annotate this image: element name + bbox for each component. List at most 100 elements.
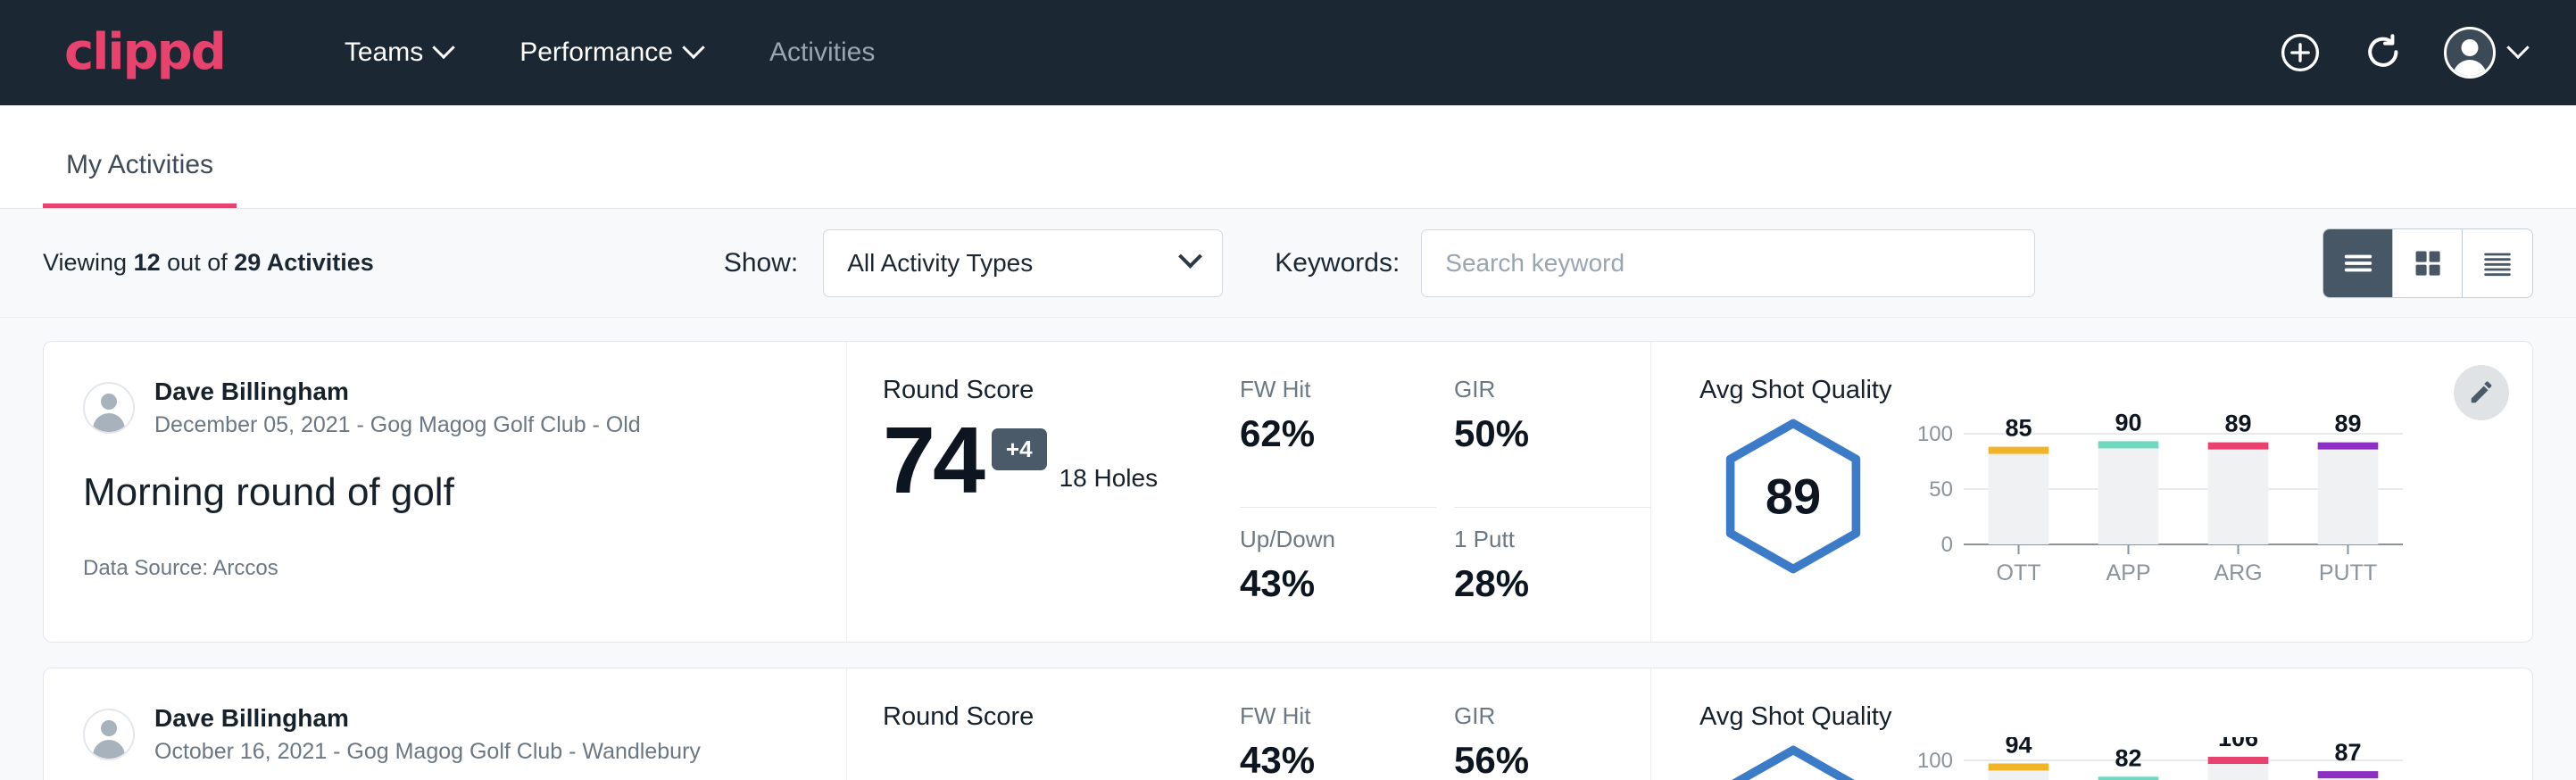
chevron-down-icon: [432, 37, 454, 59]
svg-text:89: 89: [2334, 411, 2361, 437]
avg-quality-value: 89: [1722, 468, 1865, 526]
round-score-block: Round Score 74 +4 18 Holes: [847, 342, 1240, 642]
viewing-summary: Viewing 12 out of 29 Activities: [43, 249, 374, 277]
shot-quality-chart: 0 50 100 85 OTT 90 APP 89 ARG 89 PUTT: [1887, 411, 2532, 593]
round-score-label: Round Score: [883, 376, 1240, 405]
stat-label: GIR: [1454, 702, 1620, 730]
round-score-label: Round Score: [883, 702, 1240, 732]
avatar: [83, 709, 135, 760]
player-name: Dave Billingham: [154, 376, 641, 407]
round-stats: FW Hit 62% GIR 50% Up/Down 43% 1 Putt 28…: [1240, 342, 1650, 642]
svg-text:100: 100: [1917, 422, 1953, 446]
stat-fw-hit: FW Hit 43%: [1240, 702, 1436, 780]
search-input[interactable]: [1421, 229, 2035, 297]
nav-item-activities-label: Activities: [769, 37, 875, 68]
main-nav: Teams Performance Activities: [311, 37, 909, 68]
holes-count: 18 Holes: [1059, 464, 1159, 493]
stat-value: 50%: [1454, 412, 1620, 455]
tab-bar: My Activities: [0, 105, 2576, 209]
stat-fw-hit: FW Hit 62%: [1240, 376, 1436, 508]
avg-quality-hexagon: [1699, 737, 1887, 780]
activity-type-select[interactable]: All Activity Types: [823, 229, 1223, 297]
nav-item-performance-label: Performance: [519, 37, 673, 68]
stat-label: GIR: [1454, 376, 1620, 403]
activity-author: Dave Billingham October 16, 2021 - Gog M…: [83, 702, 807, 767]
nav-actions: [2278, 27, 2526, 79]
activity-title: Morning round of golf: [83, 470, 807, 515]
shot-quality-chart: 05010094OTT82APP106ARG87PUTT: [1887, 737, 2532, 780]
viewing-prefix: Viewing: [43, 249, 127, 276]
stat-label: FW Hit: [1240, 376, 1406, 403]
top-navigation-bar: clippd Teams Performance Activities: [0, 0, 2576, 105]
chevron-down-icon: [682, 37, 704, 59]
svg-text:100: 100: [1917, 749, 1953, 773]
avg-shot-quality-label: Avg Shot Quality: [1699, 376, 2532, 405]
round-score-value: 74: [883, 418, 983, 505]
stat-value: 28%: [1454, 562, 1620, 605]
viewing-count: 12: [134, 249, 161, 276]
view-list-button[interactable]: [2323, 229, 2393, 297]
view-compact-button[interactable]: [2463, 229, 2532, 297]
svg-text:0: 0: [1941, 533, 1953, 557]
round-stats: FW Hit 43% GIR 56%: [1240, 668, 1650, 780]
edit-activity-button[interactable]: [2454, 365, 2509, 420]
viewing-total: 29 Activities: [234, 249, 374, 276]
stat-gir: GIR 56%: [1454, 702, 1650, 780]
chevron-down-icon: [2506, 37, 2529, 59]
view-mode-toggle: [2323, 228, 2533, 298]
add-icon[interactable]: [2278, 30, 2323, 75]
keywords-label: Keywords:: [1275, 248, 1400, 278]
view-grid-button[interactable]: [2393, 229, 2463, 297]
stat-up-down: Up/Down 43%: [1240, 508, 1436, 643]
svg-text:89: 89: [2224, 411, 2251, 437]
svg-text:87: 87: [2334, 739, 2361, 766]
nav-item-activities[interactable]: Activities: [735, 37, 909, 68]
avg-shot-quality-block: Avg Shot Quality 89 0 50 100 85 OTT 90 APP 89 AR…: [1650, 342, 2532, 642]
avg-quality-hexagon: 89: [1699, 411, 1887, 575]
activity-card[interactable]: Dave Billingham October 16, 2021 - Gog M…: [43, 668, 2533, 780]
data-source: Data Source: Arccos: [83, 556, 807, 581]
nav-item-performance[interactable]: Performance: [486, 37, 735, 68]
svg-text:85: 85: [2005, 415, 2032, 442]
avg-shot-quality-label: Avg Shot Quality: [1699, 702, 2532, 732]
chevron-down-icon: [1178, 245, 1202, 269]
app-logo[interactable]: clippd: [64, 28, 225, 78]
viewing-middle: out of: [167, 249, 228, 276]
account-menu[interactable]: [2444, 27, 2526, 79]
svg-text:106: 106: [2218, 737, 2258, 751]
svg-text:APP: APP: [2106, 560, 2150, 585]
nav-item-teams-label: Teams: [345, 37, 423, 68]
score-differential-badge: +4: [992, 428, 1047, 470]
refresh-icon[interactable]: [2362, 31, 2405, 74]
nav-item-teams[interactable]: Teams: [311, 37, 486, 68]
round-score-block: Round Score: [847, 668, 1240, 780]
avatar: [2444, 27, 2496, 79]
svg-text:94: 94: [2005, 737, 2032, 758]
stat-one-putt: 1 Putt 28%: [1454, 508, 1650, 643]
avg-shot-quality-block: Avg Shot Quality 05010094OTT82APP106ARG8…: [1650, 668, 2532, 780]
svg-text:90: 90: [2115, 411, 2141, 436]
svg-text:OTT: OTT: [1997, 560, 2041, 585]
stat-label: FW Hit: [1240, 702, 1406, 730]
stat-value: 43%: [1240, 739, 1406, 780]
activity-meta: October 16, 2021 - Gog Magog Golf Club -…: [154, 737, 701, 767]
stat-value: 56%: [1454, 739, 1620, 780]
stat-label: Up/Down: [1240, 526, 1406, 553]
svg-text:ARG: ARG: [2214, 560, 2262, 585]
stat-gir: GIR 50%: [1454, 376, 1650, 508]
filter-toolbar: Viewing 12 out of 29 Activities Show: Al…: [0, 209, 2576, 318]
stat-value: 43%: [1240, 562, 1406, 605]
activity-meta: December 05, 2021 - Gog Magog Golf Club …: [154, 411, 641, 440]
svg-text:50: 50: [1929, 477, 1953, 502]
stat-label: 1 Putt: [1454, 526, 1620, 553]
show-label: Show:: [724, 248, 798, 278]
activity-author: Dave Billingham December 05, 2021 - Gog …: [83, 376, 807, 440]
activity-summary: Dave Billingham October 16, 2021 - Gog M…: [44, 668, 847, 780]
activity-list[interactable]: Dave Billingham December 05, 2021 - Gog …: [0, 318, 2576, 780]
tab-my-activities[interactable]: My Activities: [43, 150, 237, 208]
activity-summary: Dave Billingham December 05, 2021 - Gog …: [44, 342, 847, 642]
svg-text:PUTT: PUTT: [2319, 560, 2377, 585]
avatar: [83, 382, 135, 434]
activity-type-select-value: All Activity Types: [847, 249, 1033, 278]
activity-card[interactable]: Dave Billingham December 05, 2021 - Gog …: [43, 341, 2533, 643]
